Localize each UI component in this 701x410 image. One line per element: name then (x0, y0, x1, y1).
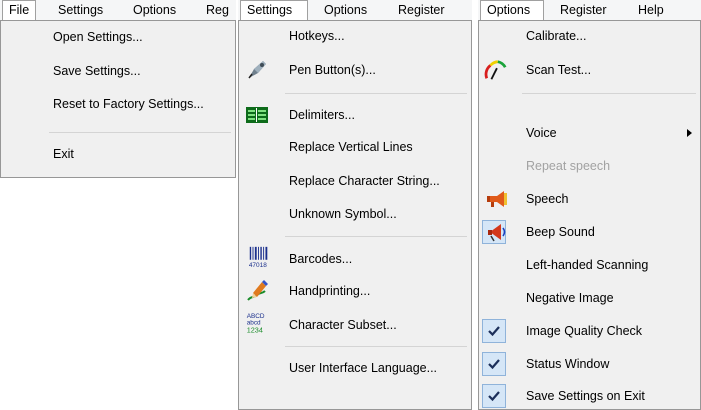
separator (285, 346, 467, 347)
item-label: Character Subset... (289, 318, 397, 332)
subset-icon-line-1: ABCD (247, 313, 265, 320)
menu-settings[interactable]: Settings (240, 0, 308, 20)
character-subset-icon: ABCD abcd 1234 (247, 313, 265, 335)
checkmark-icon (488, 359, 500, 370)
handprinting-item[interactable]: Handprinting... (239, 277, 471, 305)
menubar: Options Register Help (478, 0, 701, 21)
pen-buttons-item[interactable]: Pen Button(s)... (239, 56, 471, 84)
separator (49, 132, 231, 133)
megaphone-icon (487, 191, 507, 207)
checkmark-icon (488, 326, 500, 337)
item-label: Speech (526, 192, 569, 206)
menu-register[interactable]: Register (392, 0, 451, 20)
barcode-icon-text: 47018 (249, 262, 267, 269)
hotkeys-item[interactable]: Hotkeys... (239, 22, 471, 50)
beep-horn-icon (488, 224, 506, 242)
item-label: Negative Image (526, 291, 614, 305)
item-label: Open Settings... (53, 30, 143, 44)
voice-submenu-item[interactable]: Voice (479, 119, 700, 147)
reset-factory-settings-item[interactable]: Reset to Factory Settings... (1, 90, 235, 118)
item-label: Image Quality Check (526, 324, 643, 338)
user-interface-language-item[interactable]: User Interface Language... (239, 354, 471, 382)
menu-options[interactable]: Options (318, 0, 373, 20)
save-settings-on-exit-item[interactable]: Save Settings on Exit (479, 382, 700, 410)
menu-file[interactable]: File (2, 0, 36, 20)
beep-sound-item[interactable]: Beep Sound (479, 218, 700, 246)
status-window-check-box (482, 352, 506, 376)
item-label: Status Window (526, 357, 610, 371)
subset-icon-line-3: 1234 (247, 325, 263, 334)
speech-item[interactable]: Speech (479, 185, 700, 213)
file-dropdown: Open Settings... Save Settings... Reset … (0, 20, 236, 178)
unknown-symbol-item[interactable]: Unknown Symbol... (239, 200, 471, 228)
separator (285, 93, 467, 94)
menu-register[interactable]: Register (554, 0, 613, 20)
item-label: Hotkeys... (289, 29, 345, 43)
repeat-speech-item: Repeat speech (479, 152, 700, 180)
item-label: Scan Test... (526, 63, 592, 77)
character-subset-item[interactable]: ABCD abcd 1234 Character Subset... (239, 311, 471, 339)
item-label: Delimiters... (289, 108, 355, 122)
settings-menu-panel: Settings Options Register Hotkeys... Pen… (238, 0, 472, 410)
item-label: Replace Character String... (289, 174, 440, 188)
barcode-icon: 47018 (249, 246, 268, 269)
item-label: Replace Vertical Lines (289, 140, 413, 154)
menu-register[interactable]: Reg (200, 0, 235, 20)
exit-item[interactable]: Exit (1, 140, 235, 168)
submenu-arrow-icon (687, 129, 692, 137)
scan-test-item[interactable]: Scan Test... (479, 56, 700, 84)
menu-options[interactable]: Options (127, 0, 182, 20)
item-label: Handprinting... (289, 284, 371, 298)
handprinting-pencil-icon (247, 280, 268, 301)
item-label: Repeat speech (526, 159, 611, 173)
item-label: User Interface Language... (289, 361, 438, 375)
replace-vertical-lines-item[interactable]: Replace Vertical Lines (239, 133, 471, 161)
scan-test-gauge-icon (484, 60, 507, 80)
replace-character-string-item[interactable]: Replace Character String... (239, 167, 471, 195)
menu-help[interactable]: Help (632, 0, 670, 20)
menu-settings[interactable]: Settings (52, 0, 109, 20)
image-quality-check-box (482, 319, 506, 343)
options-menu-panel: Options Register Help Calibrate... Scan … (478, 0, 701, 410)
options-dropdown: Calibrate... Scan Test... Voice Repeat s… (478, 20, 701, 410)
image-quality-check-item[interactable]: Image Quality Check (479, 317, 700, 345)
left-handed-scanning-item[interactable]: Left-handed Scanning (479, 251, 700, 279)
item-label: Barcodes... (289, 252, 353, 266)
item-label: Beep Sound (526, 225, 595, 239)
item-label: Calibrate... (526, 29, 587, 43)
item-label: Save Settings on Exit (526, 389, 645, 403)
negative-image-item[interactable]: Negative Image (479, 284, 700, 312)
item-label: Left-handed Scanning (526, 258, 649, 272)
item-label: Reset to Factory Settings... (53, 97, 204, 111)
settings-dropdown: Hotkeys... Pen Button(s)... Delimiters..… (238, 20, 472, 410)
pen-icon (248, 61, 266, 79)
item-label: Exit (53, 147, 74, 161)
separator (285, 236, 467, 237)
delimiters-item[interactable]: Delimiters... (239, 101, 471, 129)
save-settings-item[interactable]: Save Settings... (1, 57, 235, 85)
file-menu-panel: File Settings Options Reg Open Settings.… (0, 0, 236, 178)
menubar: Settings Options Register (238, 0, 472, 21)
menu-options[interactable]: Options (480, 0, 544, 20)
save-settings-on-exit-check-box (482, 384, 506, 408)
delimiters-icon (246, 107, 268, 123)
item-label: Voice (526, 126, 557, 140)
calibrate-item[interactable]: Calibrate... (479, 22, 700, 50)
checkmark-icon (488, 391, 500, 402)
item-label: Unknown Symbol... (289, 207, 397, 221)
status-window-item[interactable]: Status Window (479, 350, 700, 378)
item-label: Pen Button(s)... (289, 63, 376, 77)
open-settings-item[interactable]: Open Settings... (1, 23, 235, 51)
item-label: Save Settings... (53, 64, 141, 78)
menubar: File Settings Options Reg (0, 0, 236, 21)
barcodes-item[interactable]: 47018 Barcodes... (239, 245, 471, 273)
separator (522, 93, 696, 94)
